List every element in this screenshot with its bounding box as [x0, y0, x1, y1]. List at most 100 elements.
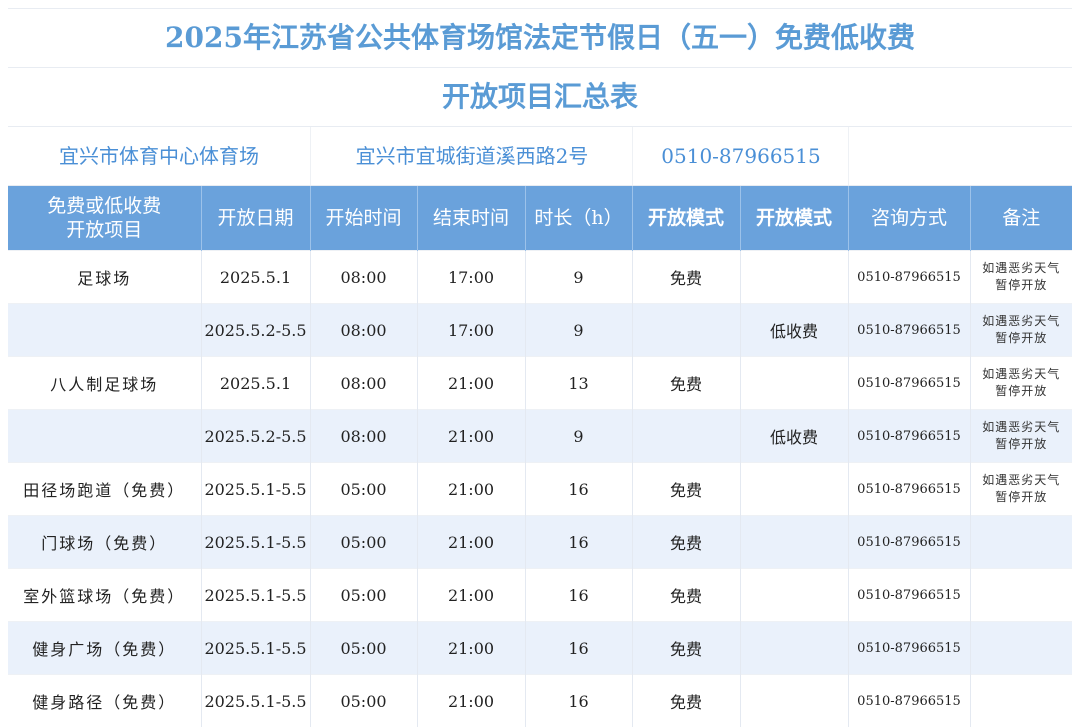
note-line2: 暂停开放	[973, 330, 1071, 347]
header-mode-low: 开放模式	[740, 186, 848, 251]
contact-cell: 0510-87966515	[848, 463, 970, 516]
contact-cell: 0510-87966515	[848, 251, 970, 304]
date-cell: 2025.5.1-5.5	[201, 516, 310, 569]
date-cell: 2025.5.2-5.5	[201, 304, 310, 357]
note-cell	[970, 516, 1072, 569]
start-time-cell: 08:00	[310, 304, 417, 357]
duration-cell: 16	[525, 516, 632, 569]
header-project: 免费或低收费 开放项目	[8, 186, 201, 251]
project-cell: 田径场跑道（免费）	[8, 463, 201, 516]
mode-low-cell	[740, 357, 848, 410]
note-line1: 如遇恶劣天气	[973, 260, 1071, 277]
table-row: 健身广场（免费） 2025.5.1-5.5 05:00 21:00 16 免费 …	[8, 622, 1072, 675]
contact-cell: 0510-87966515	[848, 675, 970, 727]
end-time-cell: 17:00	[417, 304, 525, 357]
note-cell: 如遇恶劣天气 暂停开放	[970, 410, 1072, 463]
mode-low-cell	[740, 251, 848, 304]
start-time-cell: 05:00	[310, 463, 417, 516]
mode-free-cell: 免费	[632, 569, 740, 622]
duration-cell: 16	[525, 569, 632, 622]
end-time-cell: 21:00	[417, 516, 525, 569]
duration-cell: 16	[525, 622, 632, 675]
date-cell: 2025.5.1	[201, 251, 310, 304]
duration-cell: 16	[525, 463, 632, 516]
end-time-cell: 21:00	[417, 463, 525, 516]
header-duration: 时长（h）	[525, 186, 632, 251]
mode-free-cell: 免费	[632, 463, 740, 516]
header-date: 开放日期	[201, 186, 310, 251]
date-cell: 2025.5.1	[201, 357, 310, 410]
end-time-cell: 21:00	[417, 675, 525, 727]
venue-address: 宜兴市宜城街道溪西路2号	[310, 127, 633, 185]
mode-free-cell: 免费	[632, 675, 740, 727]
contact-cell: 0510-87966515	[848, 304, 970, 357]
mode-low-cell	[740, 622, 848, 675]
project-cell: 八人制足球场	[8, 357, 201, 410]
start-time-cell: 05:00	[310, 622, 417, 675]
note-line2: 暂停开放	[973, 277, 1071, 294]
page-subtitle: 开放项目汇总表	[8, 68, 1072, 127]
note-line1: 如遇恶劣天气	[973, 313, 1071, 330]
note-line1: 如遇恶劣天气	[973, 472, 1071, 489]
date-cell: 2025.5.1-5.5	[201, 675, 310, 727]
mode-free-cell: 免费	[632, 516, 740, 569]
table-row: 2025.5.2-5.5 08:00 21:00 9 低收费 0510-8796…	[8, 410, 1072, 463]
date-cell: 2025.5.1-5.5	[201, 463, 310, 516]
end-time-cell: 21:00	[417, 569, 525, 622]
header-start: 开始时间	[310, 186, 417, 251]
contact-cell: 0510-87966515	[848, 410, 970, 463]
note-line1: 如遇恶劣天气	[973, 419, 1071, 436]
header-contact: 咨询方式	[848, 186, 970, 251]
mode-low-cell: 低收费	[740, 410, 848, 463]
start-time-cell: 05:00	[310, 516, 417, 569]
note-cell	[970, 622, 1072, 675]
end-time-cell: 21:00	[417, 357, 525, 410]
end-time-cell: 21:00	[417, 410, 525, 463]
mode-low-cell	[740, 675, 848, 727]
duration-cell: 9	[525, 304, 632, 357]
header-project-line2: 开放项目	[10, 218, 199, 242]
project-cell: 室外篮球场（免费）	[8, 569, 201, 622]
header-note: 备注	[970, 186, 1072, 251]
project-cell	[8, 304, 201, 357]
contact-cell: 0510-87966515	[848, 516, 970, 569]
project-cell	[8, 410, 201, 463]
mode-low-cell	[740, 569, 848, 622]
end-time-cell: 17:00	[417, 251, 525, 304]
table-row: 2025.5.2-5.5 08:00 17:00 9 低收费 0510-8796…	[8, 304, 1072, 357]
contact-cell: 0510-87966515	[848, 569, 970, 622]
start-time-cell: 05:00	[310, 569, 417, 622]
contact-cell: 0510-87966515	[848, 357, 970, 410]
end-time-cell: 21:00	[417, 622, 525, 675]
note-cell	[970, 569, 1072, 622]
project-cell: 健身广场（免费）	[8, 622, 201, 675]
table-row: 门球场（免费） 2025.5.1-5.5 05:00 21:00 16 免费 0…	[8, 516, 1072, 569]
mode-free-cell: 免费	[632, 622, 740, 675]
note-line2: 暂停开放	[973, 436, 1071, 453]
duration-cell: 13	[525, 357, 632, 410]
header-project-line1: 免费或低收费	[10, 194, 199, 218]
venue-name: 宜兴市体育中心体育场	[8, 127, 310, 185]
summary-sheet: 2025年江苏省公共体育场馆法定节假日（五一）免费低收费 开放项目汇总表 宜兴市…	[8, 8, 1072, 727]
duration-cell: 9	[525, 251, 632, 304]
venue-info-blank	[848, 127, 1073, 185]
mode-low-cell	[740, 463, 848, 516]
mode-free-cell: 免费	[632, 251, 740, 304]
venue-phone: 0510-87966515	[632, 127, 849, 185]
contact-cell: 0510-87966515	[848, 622, 970, 675]
note-line1: 如遇恶劣天气	[973, 366, 1071, 383]
note-line2: 暂停开放	[973, 489, 1071, 506]
project-cell: 足球场	[8, 251, 201, 304]
header-mode-free: 开放模式	[632, 186, 740, 251]
mode-free-cell: 免费	[632, 357, 740, 410]
mode-free-cell	[632, 410, 740, 463]
schedule-table: 免费或低收费 开放项目 开放日期 开始时间 结束时间 时长（h） 开放模式 开放…	[8, 186, 1072, 727]
project-cell: 门球场（免费）	[8, 516, 201, 569]
table-row: 足球场 2025.5.1 08:00 17:00 9 免费 0510-87966…	[8, 251, 1072, 304]
date-cell: 2025.5.2-5.5	[201, 410, 310, 463]
date-cell: 2025.5.1-5.5	[201, 622, 310, 675]
duration-cell: 16	[525, 675, 632, 727]
start-time-cell: 05:00	[310, 675, 417, 727]
header-end: 结束时间	[417, 186, 525, 251]
mode-low-cell: 低收费	[740, 304, 848, 357]
